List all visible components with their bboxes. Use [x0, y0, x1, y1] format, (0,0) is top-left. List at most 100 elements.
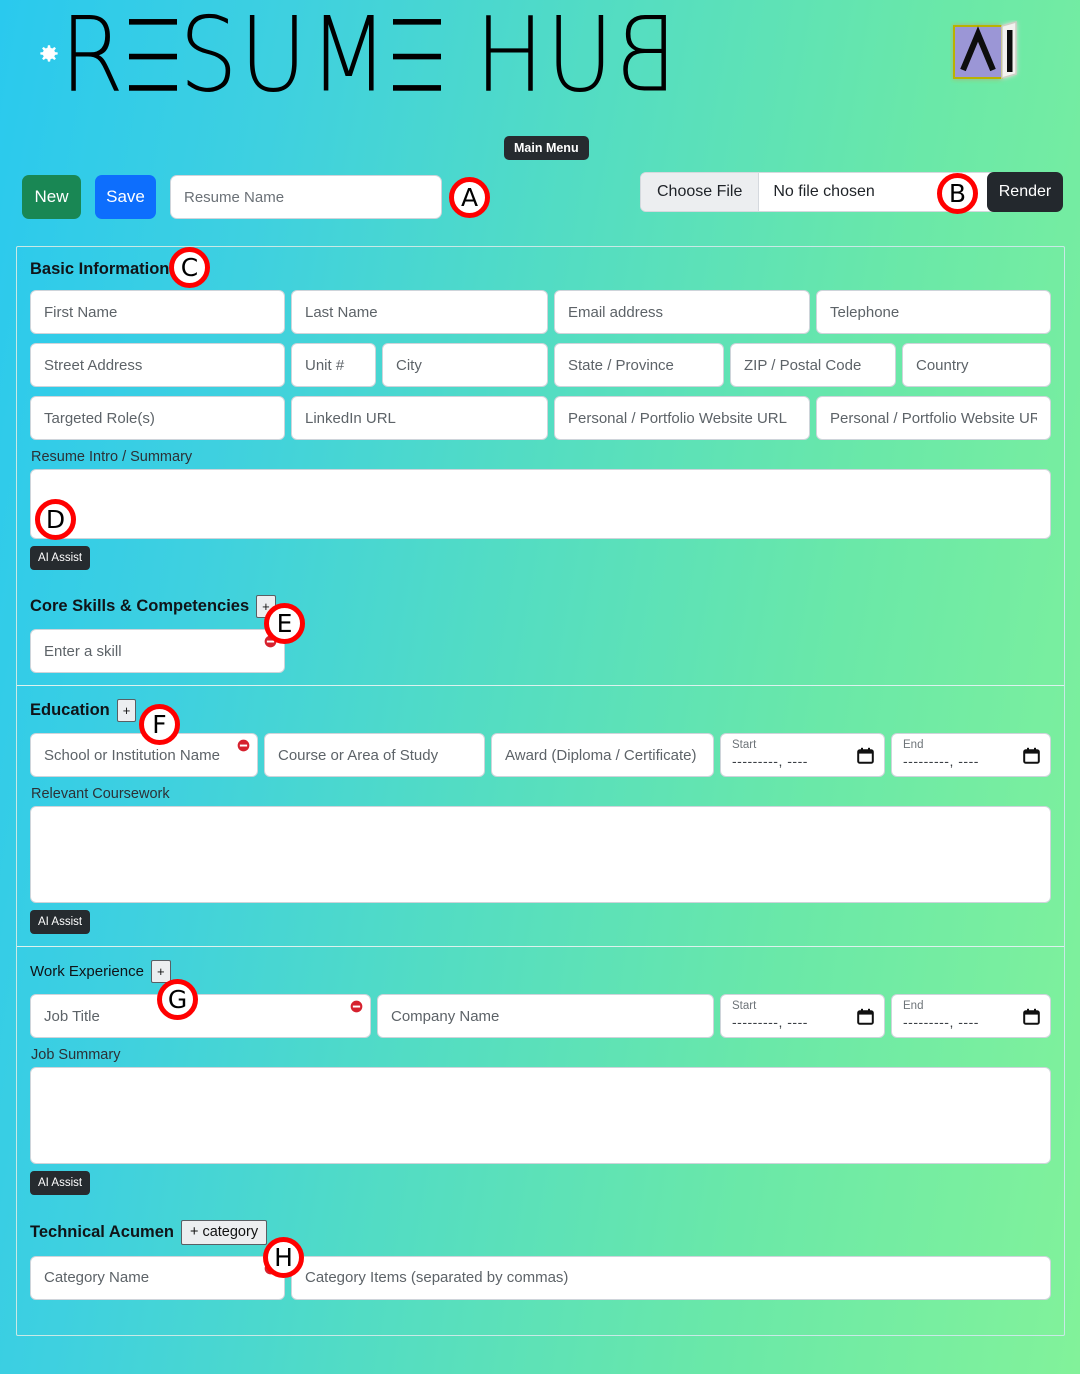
unit-field[interactable]	[291, 343, 376, 387]
save-button[interactable]: Save	[95, 175, 156, 219]
category-name-input[interactable]	[44, 1269, 271, 1286]
ai-assist-button-coursework[interactable]: AI Assist	[30, 910, 91, 934]
ai-badge-icon	[950, 20, 1028, 88]
first-name-field[interactable]	[30, 290, 285, 334]
work-end-value: ---------, ----	[903, 1014, 979, 1031]
annotation-marker-a: A	[449, 177, 490, 218]
annotation-marker-g: G	[157, 979, 198, 1020]
choose-file-button[interactable]: Choose File	[641, 173, 760, 211]
zip-postal-field[interactable]	[730, 343, 896, 387]
education-start-date-field[interactable]: Start ---------, ----	[720, 733, 885, 777]
portfolio-url-1-field[interactable]	[554, 396, 810, 440]
company-name-input[interactable]	[391, 1007, 700, 1025]
education-end-label: End	[903, 739, 924, 752]
technical-acumen-label: Technical Acumen	[30, 1222, 174, 1241]
job-title-input[interactable]	[44, 1007, 357, 1025]
last-name-input[interactable]	[305, 303, 534, 321]
country-field[interactable]	[902, 343, 1051, 387]
award-field[interactable]	[491, 733, 714, 777]
school-field[interactable]	[30, 733, 258, 777]
unit-input[interactable]	[305, 356, 362, 374]
ai-assist-button-intro[interactable]: AI Assist	[30, 546, 91, 570]
render-button[interactable]: Render	[987, 172, 1063, 212]
work-start-date-field[interactable]: Start ---------, ----	[720, 994, 885, 1038]
resume-intro-label: Resume Intro / Summary	[31, 449, 193, 465]
education-row: Start ---------, ---- End ---------, ---…	[30, 733, 1051, 777]
education-end-date-field[interactable]: End ---------, ----	[891, 733, 1051, 777]
portfolio-url-1-input[interactable]	[568, 409, 796, 427]
technical-acumen-title: Technical Acumen + category	[30, 1207, 1051, 1256]
category-items-field[interactable]	[291, 1255, 1051, 1300]
remove-education-icon[interactable]	[237, 739, 250, 752]
relevant-coursework-textarea[interactable]	[30, 806, 1051, 903]
work-end-label: End	[903, 1000, 924, 1013]
state-province-input[interactable]	[568, 356, 710, 374]
country-input[interactable]	[916, 356, 1037, 374]
basic-info-row-3	[30, 396, 1051, 440]
logo-letters-hu: HU	[443, 0, 616, 116]
remove-work-experience-icon[interactable]	[350, 1000, 363, 1013]
basic-info-row-2	[30, 343, 1051, 387]
calendar-icon[interactable]	[857, 1008, 874, 1025]
skill-input[interactable]	[44, 642, 271, 660]
state-province-field[interactable]	[554, 343, 724, 387]
gear-icon[interactable]	[36, 42, 62, 68]
portfolio-url-2-field[interactable]	[816, 396, 1051, 440]
category-items-input[interactable]	[305, 1269, 1037, 1286]
city-field[interactable]	[382, 343, 548, 387]
logo-letter-b-stylized: B	[615, 0, 678, 116]
relevant-coursework-label: Relevant Coursework	[31, 786, 170, 802]
street-address-field[interactable]	[30, 343, 285, 387]
award-input[interactable]	[505, 746, 700, 764]
annotation-marker-b: B	[937, 173, 978, 214]
education-start-label: Start	[732, 739, 757, 752]
category-name-field[interactable]	[30, 1255, 285, 1300]
linkedin-url-input[interactable]	[305, 409, 534, 427]
targeted-roles-field[interactable]	[30, 396, 285, 440]
new-button[interactable]: New	[22, 175, 81, 219]
course-input[interactable]	[278, 746, 471, 764]
skill-field[interactable]	[30, 629, 285, 673]
street-address-input[interactable]	[44, 356, 271, 374]
basic-info-row-1	[30, 290, 1051, 334]
education-start-value: ---------, ----	[732, 753, 808, 770]
app-logo: R SUM HUB	[60, 0, 678, 115]
add-work-experience-button[interactable]: +	[150, 960, 171, 983]
ai-assist-button-job-summary[interactable]: AI Assist	[30, 1171, 91, 1195]
basic-information-label: Basic Information	[30, 260, 170, 278]
calendar-icon[interactable]	[857, 747, 874, 764]
first-name-input[interactable]	[44, 303, 271, 321]
email-input[interactable]	[568, 303, 796, 321]
work-end-date-field[interactable]: End ---------, ----	[891, 994, 1051, 1038]
add-education-button[interactable]: +	[116, 699, 137, 722]
calendar-icon[interactable]	[1023, 1008, 1040, 1025]
zip-postal-input[interactable]	[744, 356, 882, 374]
company-name-field[interactable]	[377, 994, 714, 1038]
main-menu-button[interactable]: Main Menu	[504, 136, 589, 161]
city-input[interactable]	[396, 356, 534, 374]
work-start-value: ---------, ----	[732, 1014, 808, 1031]
app-header: R SUM HUB Main Menu	[0, 0, 1080, 161]
logo-letters-sum: SUM	[179, 0, 391, 116]
education-label: Education	[30, 701, 110, 719]
targeted-roles-input[interactable]	[44, 409, 271, 427]
job-title-field[interactable]	[30, 994, 371, 1038]
annotation-marker-d: D	[35, 499, 76, 540]
add-category-button[interactable]: + category	[180, 1220, 268, 1245]
core-skills-row	[30, 629, 1051, 673]
portfolio-url-2-input[interactable]	[830, 409, 1037, 427]
school-input[interactable]	[44, 746, 244, 764]
telephone-input[interactable]	[830, 303, 1037, 321]
logo-letter-e2-stylized	[393, 18, 441, 91]
job-summary-textarea[interactable]	[30, 1067, 1051, 1164]
last-name-field[interactable]	[291, 290, 548, 334]
telephone-field[interactable]	[816, 290, 1051, 334]
email-field[interactable]	[554, 290, 810, 334]
resume-name-input[interactable]	[170, 175, 442, 219]
calendar-icon[interactable]	[1023, 747, 1040, 764]
logo-text: R SUM HUB	[60, 0, 678, 116]
job-summary-label: Job Summary	[31, 1047, 121, 1063]
course-field[interactable]	[264, 733, 485, 777]
linkedin-url-field[interactable]	[291, 396, 548, 440]
resume-intro-textarea[interactable]	[30, 469, 1051, 539]
